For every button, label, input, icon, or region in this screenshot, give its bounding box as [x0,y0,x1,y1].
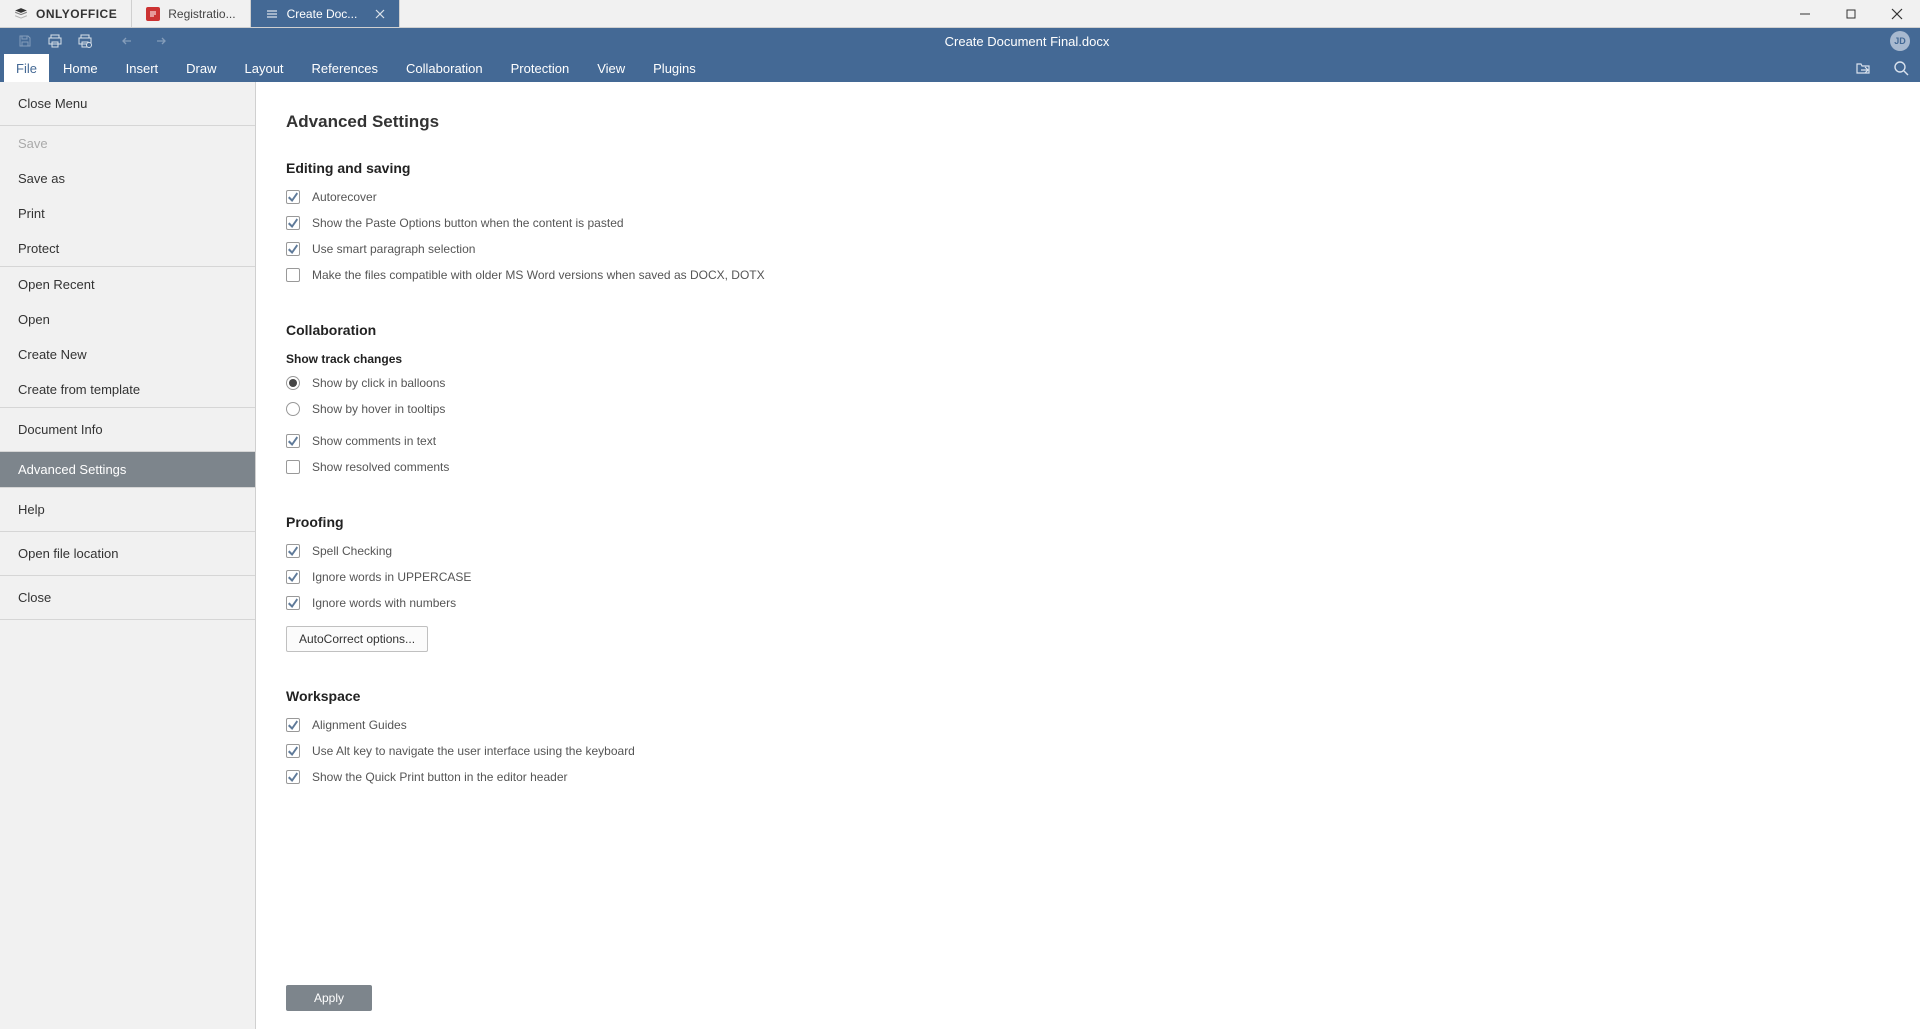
settings-panel: Advanced Settings Editing and saving Aut… [256,82,1920,1029]
document-tab-0[interactable]: Registratio... [132,0,250,27]
main-menubar: File Home Insert Draw Layout References … [0,54,1920,82]
file-sidebar: Close Menu Save Save as Print Protect Op… [0,82,256,1029]
label-guides[interactable]: Alignment Guides [312,718,407,732]
autocorrect-options-button[interactable]: AutoCorrect options... [286,626,428,652]
sidebar-protect[interactable]: Protect [0,231,255,266]
label-smart-paragraph[interactable]: Use smart paragraph selection [312,242,475,256]
menu-draw[interactable]: Draw [172,54,230,82]
section-collab-title: Collaboration [286,322,1890,338]
sidebar-help[interactable]: Help [0,488,255,531]
checkbox-show-resolved[interactable] [286,460,300,474]
label-radio-tooltips[interactable]: Show by hover in tooltips [312,402,445,416]
label-compat[interactable]: Make the files compatible with older MS … [312,268,765,282]
label-autorecover[interactable]: Autorecover [312,190,377,204]
window-maximize-button[interactable] [1828,0,1874,27]
window-controls [1782,0,1920,27]
onlyoffice-logo-icon [14,7,28,21]
section-editing-title: Editing and saving [286,160,1890,176]
app-brand-tab[interactable]: ONLYOFFICE [0,0,132,27]
sidebar-save-as[interactable]: Save as [0,161,255,196]
sidebar-create-new[interactable]: Create New [0,337,255,372]
document-icon [146,7,160,21]
document-title: Create Document Final.docx [174,34,1880,49]
section-workspace-title: Workspace [286,688,1890,704]
menu-icon [265,7,279,21]
save-quick-button[interactable] [10,28,40,54]
window-minimize-button[interactable] [1782,0,1828,27]
sidebar-advanced-settings[interactable]: Advanced Settings [0,452,255,487]
label-numbers[interactable]: Ignore words with numbers [312,596,456,610]
undo-quick-button[interactable] [114,28,144,54]
quick-access-toolbar: Create Document Final.docx JD [0,28,1920,54]
checkbox-autorecover[interactable] [286,190,300,204]
print-quick-button[interactable] [40,28,70,54]
checkbox-show-comments[interactable] [286,434,300,448]
sidebar-document-info[interactable]: Document Info [0,408,255,451]
document-tab-label: Create Doc... [287,7,358,21]
section-proofing-title: Proofing [286,514,1890,530]
menu-view[interactable]: View [583,54,639,82]
checkbox-spell[interactable] [286,544,300,558]
label-altkey[interactable]: Use Alt key to navigate the user interfa… [312,744,635,758]
sidebar-close-menu[interactable]: Close Menu [0,82,255,125]
label-show-comments[interactable]: Show comments in text [312,434,436,448]
sidebar-save: Save [0,126,255,161]
window-titlebar: ONLYOFFICE Registratio... Create Doc... [0,0,1920,28]
document-tab-1[interactable]: Create Doc... [251,0,401,27]
subsection-track-changes: Show track changes [286,352,1890,366]
menu-plugins[interactable]: Plugins [639,54,710,82]
user-avatar[interactable]: JD [1890,31,1910,51]
checkbox-quickprint[interactable] [286,770,300,784]
menu-layout[interactable]: Layout [231,54,298,82]
checkbox-guides[interactable] [286,718,300,732]
label-show-resolved[interactable]: Show resolved comments [312,460,449,474]
menu-collaboration[interactable]: Collaboration [392,54,497,82]
sidebar-open[interactable]: Open [0,302,255,337]
menu-file[interactable]: File [4,54,49,82]
label-radio-balloons[interactable]: Show by click in balloons [312,376,445,390]
label-spell[interactable]: Spell Checking [312,544,392,558]
page-title: Advanced Settings [286,112,1890,132]
sidebar-open-file-location[interactable]: Open file location [0,532,255,575]
search-icon[interactable] [1882,54,1920,82]
quick-print-quick-button[interactable] [70,28,100,54]
radio-tooltips[interactable] [286,402,300,416]
checkbox-numbers[interactable] [286,596,300,610]
radio-balloons[interactable] [286,376,300,390]
sidebar-close[interactable]: Close [0,576,255,619]
checkbox-smart-paragraph[interactable] [286,242,300,256]
sidebar-open-recent[interactable]: Open Recent [0,267,255,302]
sidebar-create-template[interactable]: Create from template [0,372,255,407]
checkbox-uppercase[interactable] [286,570,300,584]
window-close-button[interactable] [1874,0,1920,27]
label-quickprint[interactable]: Show the Quick Print button in the edito… [312,770,568,784]
checkbox-compat[interactable] [286,268,300,282]
open-file-location-icon[interactable] [1844,54,1882,82]
document-tab-label: Registratio... [168,7,235,21]
redo-quick-button[interactable] [144,28,174,54]
checkbox-paste-options[interactable] [286,216,300,230]
checkbox-altkey[interactable] [286,744,300,758]
apply-button[interactable]: Apply [286,985,372,1011]
menu-insert[interactable]: Insert [112,54,173,82]
menu-home[interactable]: Home [49,54,112,82]
label-uppercase[interactable]: Ignore words in UPPERCASE [312,570,471,584]
menu-references[interactable]: References [298,54,392,82]
close-tab-icon[interactable] [375,9,385,19]
sidebar-print[interactable]: Print [0,196,255,231]
label-paste-options[interactable]: Show the Paste Options button when the c… [312,216,624,230]
menu-protection[interactable]: Protection [497,54,584,82]
app-brand-label: ONLYOFFICE [36,7,117,21]
